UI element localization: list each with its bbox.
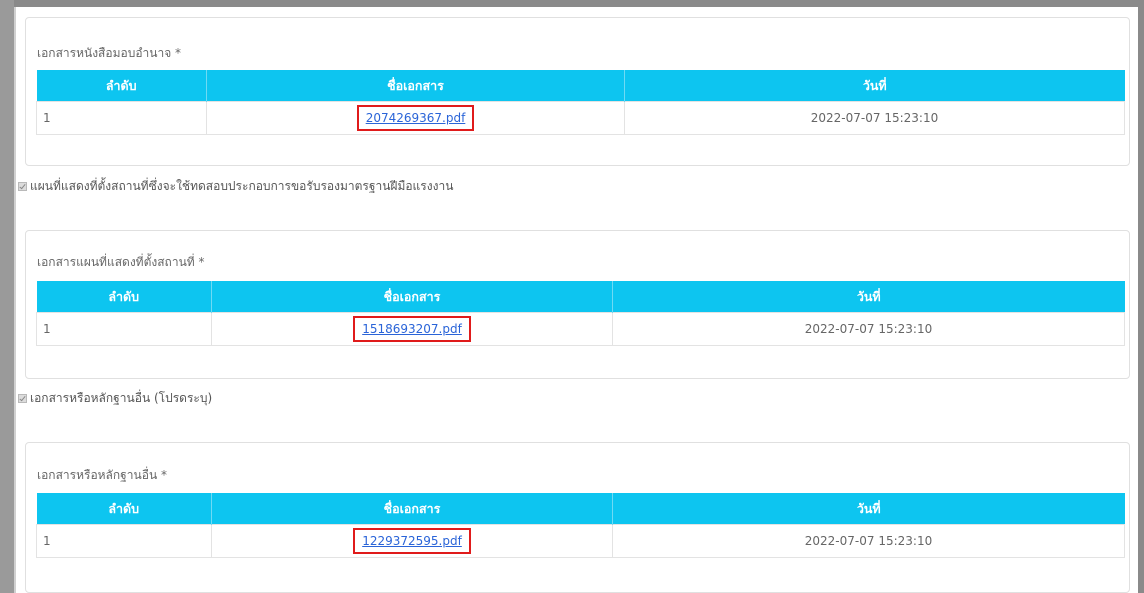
- document-file-link[interactable]: 1518693207.pdf: [353, 316, 471, 342]
- date-cell: 2022-07-07 15:23:10: [624, 101, 1125, 135]
- document-name-cell: 2074269367.pdf: [206, 101, 625, 135]
- checkbox-checked-icon[interactable]: [18, 182, 27, 191]
- authorization-document-card: เอกสารหนังสือมอบอำนาจ * ลำดับ ชื่อเอกสาร…: [25, 17, 1130, 166]
- table-row: 1 2074269367.pdf 2022-07-07 15:23:10: [36, 101, 1125, 135]
- section-title: เอกสารหนังสือมอบอำนาจ *: [37, 46, 182, 60]
- document-name-cell: 1229372595.pdf: [211, 524, 613, 558]
- table-header-row: ลำดับ ชื่อเอกสาร วันที่: [36, 70, 1125, 102]
- column-header-order: ลำดับ: [36, 281, 212, 313]
- section-title: เอกสารแผนที่แสดงที่ตั้งสถานที่ *: [37, 255, 205, 269]
- document-name-cell: 1518693207.pdf: [211, 312, 613, 346]
- table-row: 1 1518693207.pdf 2022-07-07 15:23:10: [36, 312, 1125, 346]
- checkbox-checked-icon[interactable]: [18, 394, 27, 403]
- section-title: เอกสารหรือหลักฐานอื่น *: [37, 468, 167, 482]
- window-frame-right: [1138, 0, 1144, 593]
- documents-table: ลำดับ ชื่อเอกสาร วันที่ 1 2074269367.pdf…: [36, 70, 1125, 135]
- column-header-document-name: ชื่อเอกสาร: [206, 70, 625, 102]
- document-file-link[interactable]: 1229372595.pdf: [353, 528, 471, 554]
- row-number: 1: [36, 101, 207, 135]
- column-header-date: วันที่: [612, 493, 1125, 525]
- table-header-row: ลำดับ ชื่อเอกสาร วันที่: [36, 281, 1125, 313]
- checkbox-label: เอกสารหรือหลักฐานอื่น (โปรดระบุ): [30, 391, 213, 405]
- column-header-date: วันที่: [612, 281, 1125, 313]
- other-document-checkbox-row[interactable]: เอกสารหรือหลักฐานอื่น (โปรดระบุ): [18, 389, 212, 408]
- row-number: 1: [36, 312, 212, 346]
- column-header-order: ลำดับ: [36, 493, 212, 525]
- row-number: 1: [36, 524, 212, 558]
- column-header-date: วันที่: [624, 70, 1125, 102]
- document-file-link[interactable]: 2074269367.pdf: [356, 105, 475, 131]
- table-row: 1 1229372595.pdf 2022-07-07 15:23:10: [36, 524, 1125, 558]
- location-map-document-card: เอกสารแผนที่แสดงที่ตั้งสถานที่ * ลำดับ ช…: [25, 230, 1130, 379]
- date-cell: 2022-07-07 15:23:10: [612, 312, 1125, 346]
- other-evidence-document-card: เอกสารหรือหลักฐานอื่น * ลำดับ ชื่อเอกสาร…: [25, 442, 1130, 593]
- checkbox-label: แผนที่แสดงที่ตั้งสถานที่ซึ่งจะใช้ทดสอบปร…: [30, 179, 454, 193]
- window-frame-left: [0, 0, 14, 593]
- documents-table: ลำดับ ชื่อเอกสาร วันที่ 1 1518693207.pdf…: [36, 281, 1125, 346]
- column-header-document-name: ชื่อเอกสาร: [211, 493, 613, 525]
- table-header-row: ลำดับ ชื่อเอกสาร วันที่: [36, 493, 1125, 525]
- date-cell: 2022-07-07 15:23:10: [612, 524, 1125, 558]
- window-frame-left-inner: [14, 7, 16, 593]
- window-frame-top: [0, 0, 1144, 7]
- map-document-checkbox-row[interactable]: แผนที่แสดงที่ตั้งสถานที่ซึ่งจะใช้ทดสอบปร…: [18, 177, 453, 196]
- documents-table: ลำดับ ชื่อเอกสาร วันที่ 1 1229372595.pdf…: [36, 493, 1125, 558]
- column-header-order: ลำดับ: [36, 70, 207, 102]
- column-header-document-name: ชื่อเอกสาร: [211, 281, 613, 313]
